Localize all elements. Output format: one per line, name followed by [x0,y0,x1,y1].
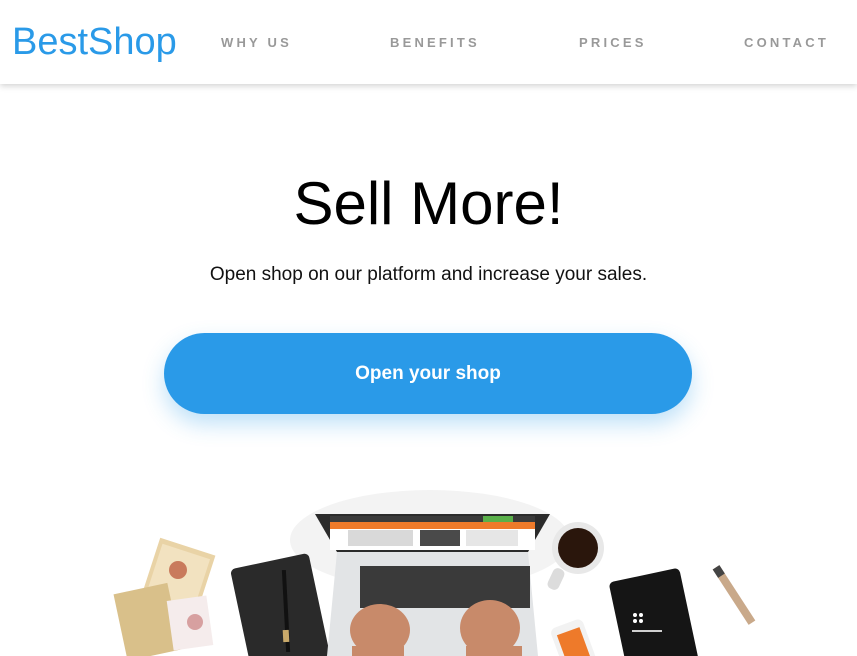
open-shop-button[interactable]: Open your shop [164,333,692,414]
logo-link[interactable]: BestShop [12,20,177,64]
pencil-image [712,565,756,625]
hero-subtitle: Open shop on our platform and increase y… [209,264,648,285]
desk-illustration [113,490,756,656]
laptop-image [315,514,550,656]
cards-image [113,537,216,656]
nav-prices[interactable]: PRICES [579,35,647,51]
nav-contact[interactable]: CONTACT [744,35,829,51]
hero-title: Sell More! [293,170,564,237]
nav-why-us[interactable]: WHY US [221,35,292,51]
notebook-right-image [609,568,699,656]
site-header: BestShop WHY US BENEFITS PRICES CONTACT [0,0,857,84]
nav-benefits[interactable]: BENEFITS [390,35,480,51]
phone-image [551,619,599,656]
